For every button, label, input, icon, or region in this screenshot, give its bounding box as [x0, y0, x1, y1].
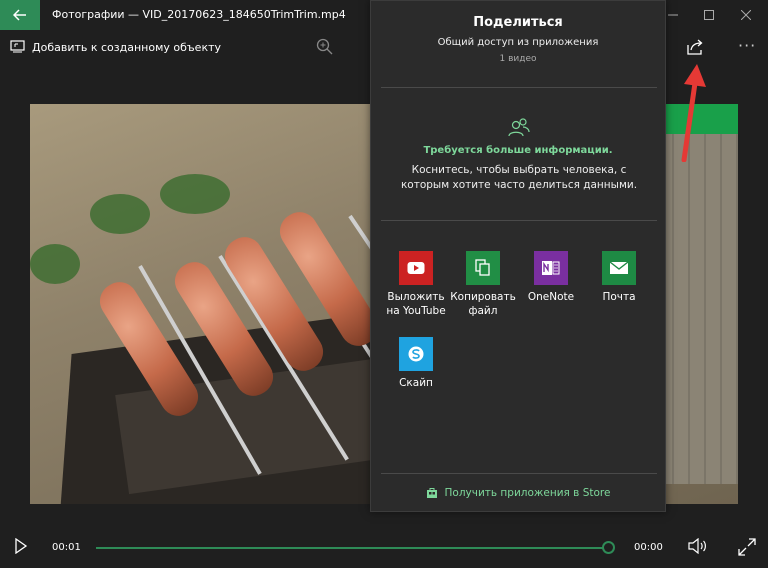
seek-thumb[interactable]	[602, 541, 615, 554]
video-plant	[30, 244, 80, 284]
onenote-icon	[534, 251, 568, 285]
app-label: Копировать файл	[450, 291, 516, 317]
divider	[381, 473, 657, 474]
people-heading[interactable]: Требуется больше информации.	[371, 145, 665, 156]
divider	[381, 87, 657, 88]
youtube-icon	[399, 251, 433, 285]
maximize-button[interactable]	[691, 0, 727, 30]
share-panel: Поделиться Общий доступ из приложения 1 …	[370, 0, 666, 512]
more-button[interactable]: ···	[738, 36, 756, 55]
share-panel-subtitle: Общий доступ из приложения	[437, 37, 599, 48]
app-tile-skype[interactable]: Скайп	[381, 337, 451, 390]
add-to-creation-label: Добавить к созданному объекту	[32, 40, 222, 54]
volume-button[interactable]	[688, 537, 708, 558]
close-icon	[741, 10, 751, 20]
window-title: Фотографии — VID_20170623_184650TrimTrim…	[52, 8, 346, 21]
fullscreen-button[interactable]	[738, 538, 756, 560]
share-button[interactable]	[686, 38, 706, 60]
share-icon	[687, 39, 703, 55]
player-controls: 00:01 00:00	[0, 528, 768, 568]
app-tile-mail[interactable]: Почта	[584, 251, 654, 304]
skype-icon	[399, 337, 433, 371]
share-item-count: 1 видео	[499, 54, 537, 64]
store-link-label: Получить приложения в Store	[444, 487, 611, 499]
volume-icon	[688, 537, 706, 555]
app-label: OneNote	[527, 291, 575, 303]
minimize-icon	[668, 14, 678, 16]
store-link[interactable]: Получить приложения в Store	[371, 487, 665, 499]
divider	[381, 220, 657, 221]
zoom-icon	[316, 38, 333, 55]
more-icon: ···	[738, 36, 757, 55]
annotation-arrow-icon	[681, 64, 706, 162]
app-tile-copy-file[interactable]: Копировать файл	[448, 251, 518, 318]
play-icon	[15, 537, 28, 555]
video-pavers	[658, 134, 738, 484]
back-arrow-icon	[13, 9, 26, 21]
mail-icon	[602, 251, 636, 285]
people-icon[interactable]	[508, 118, 530, 142]
copy-file-icon	[466, 251, 500, 285]
people-hint: Коснитесь, чтобы выбрать человека, с кот…	[400, 164, 638, 191]
play-button[interactable]	[14, 537, 28, 558]
back-button[interactable]	[0, 0, 40, 30]
zoom-button[interactable]	[316, 38, 334, 60]
app-label: Скайп	[399, 377, 433, 389]
app-label: Выложить на YouTube	[386, 291, 446, 317]
seek-bar-fill	[96, 547, 608, 549]
close-button[interactable]	[728, 0, 764, 30]
video-plant	[90, 194, 150, 234]
share-panel-title: Поделиться	[473, 15, 563, 30]
add-to-creation-button[interactable]: Добавить к созданному объекту	[10, 40, 221, 54]
seek-bar[interactable]	[96, 541, 615, 554]
fullscreen-icon	[738, 538, 756, 556]
end-time: 00:00	[634, 542, 663, 553]
current-time: 00:01	[52, 542, 81, 553]
app-label: Почта	[602, 291, 636, 303]
add-to-creation-icon	[10, 40, 25, 53]
maximize-icon	[704, 10, 714, 20]
app-tile-youtube[interactable]: Выложить на YouTube	[381, 251, 451, 318]
video-plant	[160, 174, 230, 214]
store-bag-icon	[426, 488, 437, 498]
app-tile-onenote[interactable]: OneNote	[516, 251, 586, 304]
